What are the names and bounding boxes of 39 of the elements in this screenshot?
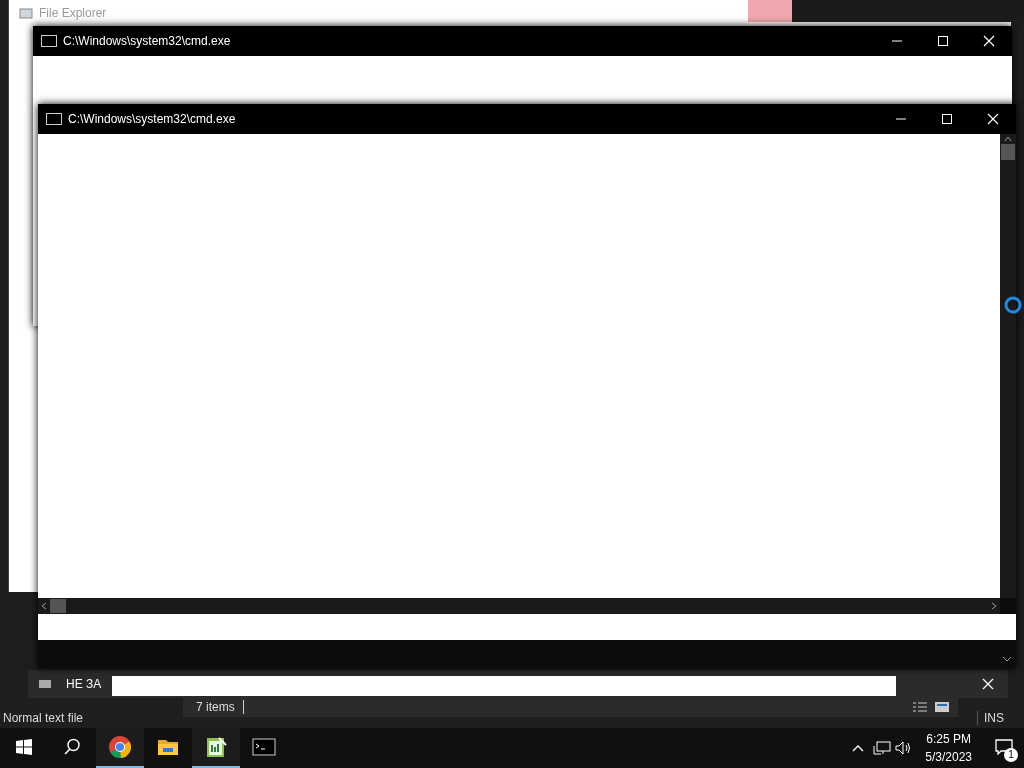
insert-mode-label: INS <box>977 711 1004 725</box>
start-icon <box>16 739 32 755</box>
clock-date[interactable]: 5/3/2023 <box>925 748 972 766</box>
window-title: File Explorer <box>39 6 107 20</box>
keyboard-icon <box>38 679 52 689</box>
busy-cursor-icon <box>1004 296 1022 314</box>
browser-taskbar-button[interactable] <box>96 728 144 768</box>
notification-text: НЕ ЗА <box>66 677 102 691</box>
network-icon[interactable] <box>873 740 892 756</box>
close-icon <box>982 678 994 690</box>
scroll-up-icon[interactable] <box>1003 134 1013 144</box>
notepad-icon <box>204 735 228 759</box>
vertical-scrollbar[interactable] <box>1000 134 1016 598</box>
file-type-label: Normal text file <box>3 711 85 725</box>
search-icon <box>63 738 81 756</box>
maximize-icon <box>937 35 949 47</box>
horizontal-scrollbar[interactable] <box>38 598 1000 614</box>
scroll-down-icon[interactable] <box>1000 654 1014 664</box>
notepad-taskbar-button[interactable] <box>192 728 240 768</box>
close-icon <box>983 35 995 47</box>
clock-time[interactable]: 6:25 PM <box>926 730 971 748</box>
item-count: 7 items <box>196 700 244 714</box>
close-icon <box>987 113 999 125</box>
terminal-icon <box>46 113 62 125</box>
folder-icon <box>19 7 33 19</box>
scroll-thumb[interactable] <box>1001 144 1015 160</box>
tiles-view-icon[interactable] <box>934 701 950 713</box>
chevron-up-icon[interactable] <box>851 743 866 753</box>
scroll-thumb[interactable] <box>50 599 66 613</box>
window-title: C:\Windows\system32\cmd.exe <box>63 34 232 48</box>
browser-icon <box>108 735 132 759</box>
close-button[interactable] <box>982 678 994 690</box>
notification-count: 1 <box>1004 748 1018 762</box>
terminal-icon <box>41 35 57 47</box>
maximize-icon <box>941 113 953 125</box>
terminal-icon <box>252 735 276 759</box>
window-title: C:\Windows\system32\cmd.exe <box>68 112 237 126</box>
details-view-icon[interactable] <box>912 701 928 713</box>
notification-button[interactable]: 1 <box>984 728 1024 768</box>
